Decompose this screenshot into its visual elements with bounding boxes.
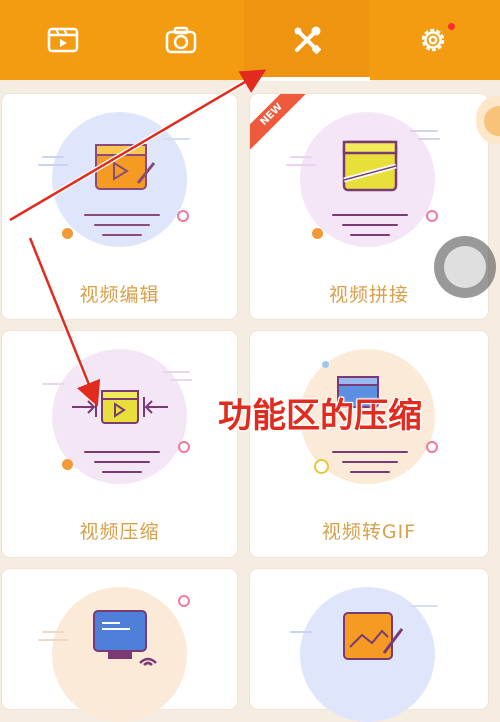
annotation-arrows bbox=[8, 69, 267, 407]
arrow-to-tools-tab bbox=[9, 69, 267, 222]
arrow-to-compress bbox=[28, 237, 101, 407]
annotation-callout: 功能区的压缩 bbox=[218, 396, 422, 436]
